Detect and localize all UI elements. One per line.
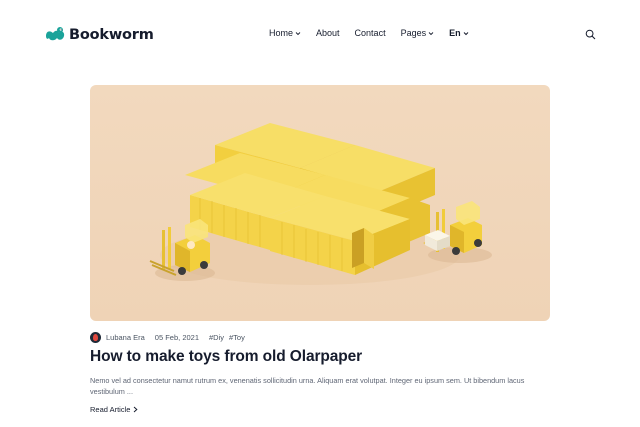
tag-diy[interactable]: #Diy (209, 333, 224, 342)
author-name[interactable]: Lubana Era (106, 333, 145, 342)
post-date: 05 Feb, 2021 (154, 332, 199, 342)
search-icon[interactable] (585, 29, 596, 40)
post-featured-image[interactable] (90, 85, 550, 321)
tag-toy[interactable]: #Toy (229, 333, 245, 342)
nav-item-about[interactable]: About (316, 28, 340, 38)
brand-logo[interactable]: Bookworm (44, 24, 154, 46)
nav-item-label: Pages (400, 28, 427, 38)
bookworm-logo-icon (46, 27, 65, 41)
shipping-containers-illustration-icon (149, 123, 492, 285)
nav-item-label: Home (269, 28, 294, 38)
chevron-down-icon (295, 31, 301, 35)
forklift-right-icon (423, 201, 492, 263)
post-title[interactable]: How to make toys from old Olarpaper (90, 348, 362, 366)
forklift-left-icon (149, 219, 215, 281)
post-excerpt: Nemo vel ad consectetur namut rutrum ex,… (90, 376, 525, 396)
chevron-down-icon (463, 31, 468, 35)
avatar[interactable] (90, 331, 101, 343)
site-header: Bookworm Home About Contact Pages En (0, 0, 640, 68)
read-article-label: Read Article (90, 405, 131, 414)
main-nav: Home About Contact Pages En (269, 28, 469, 38)
nav-item-home[interactable]: Home (269, 28, 301, 38)
nav-item-pages[interactable]: Pages (401, 28, 435, 38)
chevron-down-icon (428, 31, 434, 35)
nav-item-label: Contact (354, 28, 386, 38)
brand-name: Bookworm (69, 27, 154, 43)
read-article-link[interactable]: Read Article (90, 405, 138, 414)
nav-item-contact[interactable]: Contact (355, 28, 386, 38)
chevron-right-icon (134, 406, 138, 413)
nav-item-label: About (316, 28, 340, 38)
language-selector[interactable]: En (449, 28, 469, 38)
language-label: En (449, 28, 461, 38)
post-meta: Lubana Era 05 Feb, 2021 #Diy #Toy (90, 331, 245, 343)
